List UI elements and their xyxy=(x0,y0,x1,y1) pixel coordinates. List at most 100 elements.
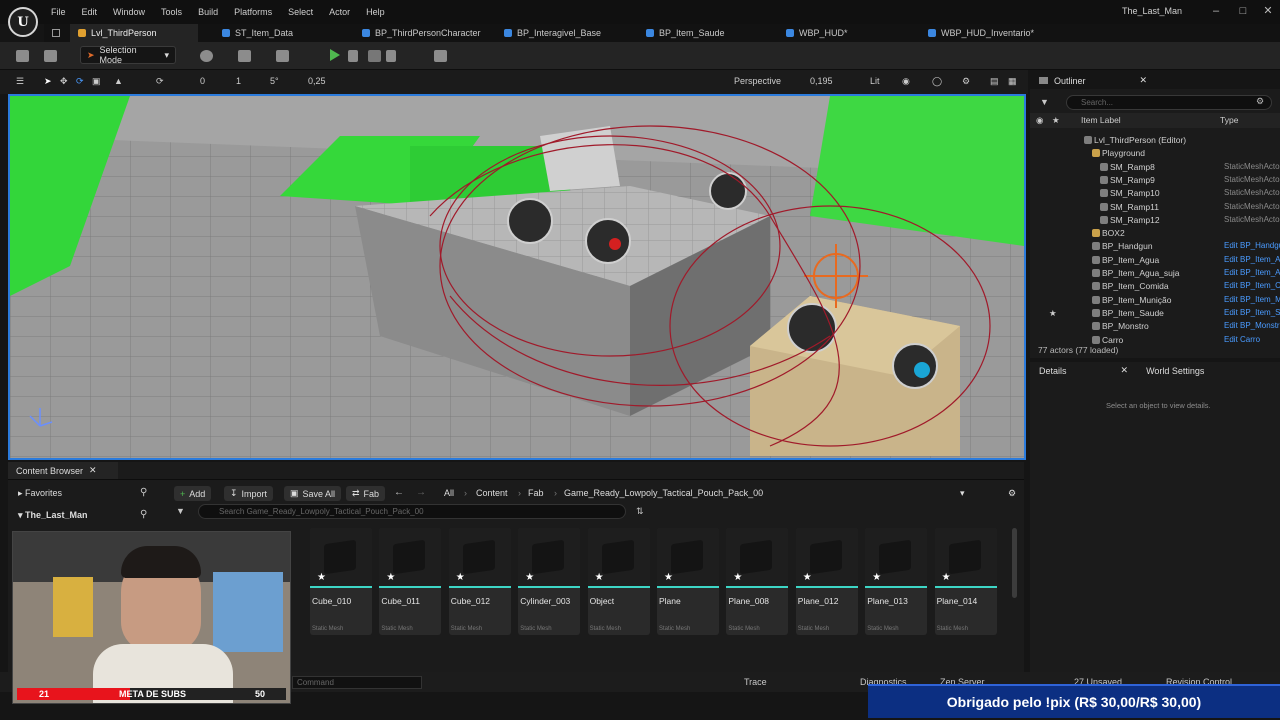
platforms-icon[interactable] xyxy=(434,50,447,62)
world-local-icon[interactable]: ⟳ xyxy=(156,76,164,87)
outliner-row[interactable]: SM_Ramp11 StaticMeshActor xyxy=(1030,201,1280,214)
angle-snap-value[interactable]: 5° xyxy=(270,76,279,86)
cinematics-icon[interactable] xyxy=(276,50,289,62)
breadcrumb-fab[interactable]: Fab xyxy=(528,488,544,498)
menu-select[interactable]: Select xyxy=(288,7,313,17)
edit-blueprint-link[interactable]: Edit BP_Item_Agua_suja xyxy=(1224,268,1280,277)
asset-tile[interactable]: ★ Object Static Mesh xyxy=(587,528,650,635)
outliner-row[interactable]: ★ BP_Item_Saude Edit BP_Item_Saude xyxy=(1030,307,1280,320)
outliner-row[interactable]: Lvl_ThirdPerson (Editor) xyxy=(1030,134,1280,147)
import-button[interactable]: ↧ Import xyxy=(224,486,274,501)
asset-tile[interactable]: ★ Plane_013 Static Mesh xyxy=(865,528,928,635)
selection-mode-dropdown[interactable]: ➤ Selection Mode ▾ xyxy=(80,45,176,65)
stop-icon[interactable] xyxy=(368,50,381,62)
tab-st-item-data[interactable]: ST_Item_Data xyxy=(214,24,301,42)
sort-icon[interactable]: ⇅ xyxy=(636,506,644,517)
world-settings-tab[interactable]: World Settings xyxy=(1146,366,1204,376)
outliner-row[interactable]: SM_Ramp12 StaticMeshActor xyxy=(1030,214,1280,227)
edit-blueprint-link[interactable]: Edit BP_Item_Munição xyxy=(1224,295,1280,304)
edit-blueprint-link[interactable]: Edit BP_Item_Saude xyxy=(1224,308,1280,317)
close-icon[interactable]: ✕ xyxy=(1140,75,1148,86)
outliner-row[interactable]: BOX2 xyxy=(1030,227,1280,240)
maximize-viewport-icon[interactable]: ▦ xyxy=(1008,76,1017,87)
eject-icon[interactable] xyxy=(386,50,396,62)
breadcrumb-all[interactable]: All xyxy=(444,488,454,498)
asset-tile[interactable]: ★ Plane_014 Static Mesh xyxy=(934,528,997,635)
outliner-row[interactable]: BP_Item_Munição Edit BP_Item_Munição xyxy=(1030,294,1280,307)
viewport-menu-icon[interactable]: ☰ xyxy=(16,76,24,87)
tab-bp-thirdpersoncharacter[interactable]: BP_ThirdPersonCharacter xyxy=(354,24,489,42)
home-icon[interactable] xyxy=(52,29,60,37)
forward-icon[interactable]: → xyxy=(416,487,426,498)
filter-icon[interactable]: ▼ xyxy=(176,506,185,516)
menu-file[interactable]: File xyxy=(51,7,66,17)
edit-blueprint-link[interactable]: Edit BP_Handgun xyxy=(1224,241,1280,250)
outliner-tab[interactable]: Outliner ✕ xyxy=(1030,72,1280,89)
breadcrumb-pack[interactable]: Game_Ready_Lowpoly_Tactical_Pouch_Pack_0… xyxy=(564,488,763,498)
outliner-row[interactable]: SM_Ramp10 StaticMeshActor xyxy=(1030,187,1280,200)
add-filter-icon[interactable]: ⚙ xyxy=(1256,96,1264,107)
asset-tile[interactable]: ★ Plane Static Mesh xyxy=(657,528,719,635)
menu-build[interactable]: Build xyxy=(198,7,218,17)
favorite-icon[interactable]: ★ xyxy=(1052,115,1060,126)
menu-window[interactable]: Window xyxy=(113,7,145,17)
edit-blueprint-link[interactable]: Edit BP_Item_Agua xyxy=(1224,255,1280,264)
outliner-row[interactable]: BP_Item_Agua Edit BP_Item_Agua xyxy=(1030,254,1280,267)
settings-icon[interactable]: ⚙ xyxy=(1008,488,1016,499)
search-icon[interactable]: ⚲ xyxy=(140,509,147,520)
close-icon[interactable]: ✕ xyxy=(1121,365,1129,376)
minimize-icon[interactable]: – xyxy=(1209,4,1223,18)
fab-button[interactable]: ⇄ Fab xyxy=(346,486,386,501)
menu-edit[interactable]: Edit xyxy=(82,7,98,17)
project-tree-root[interactable]: ▾ The_Last_Man xyxy=(18,510,88,521)
breadcrumb-content[interactable]: Content xyxy=(476,488,508,498)
grid-snap-value[interactable]: 1 xyxy=(236,76,241,86)
console-command-input[interactable]: Command xyxy=(292,676,422,689)
favorite-star-icon[interactable]: ★ xyxy=(1049,308,1057,319)
level-viewport[interactable] xyxy=(8,94,1026,460)
trace-button[interactable]: Trace xyxy=(744,677,767,687)
favorites-section[interactable]: ▸ Favorites xyxy=(18,488,62,499)
asset-tile[interactable]: ★ Plane_008 Static Mesh xyxy=(726,528,789,635)
type-header[interactable]: Type xyxy=(1220,115,1238,125)
outliner-row[interactable]: Playground xyxy=(1030,147,1280,160)
asset-tile[interactable]: ★ Cube_011 Static Mesh xyxy=(379,528,442,635)
maximize-icon[interactable]: □ xyxy=(1236,4,1250,18)
translate-tool-icon[interactable]: ✥ xyxy=(60,76,68,87)
menu-help[interactable]: Help xyxy=(366,7,385,17)
step-icon[interactable] xyxy=(348,50,358,62)
outliner-row[interactable]: BP_Item_Agua_suja Edit BP_Item_Agua_suja xyxy=(1030,267,1280,280)
save-all-button[interactable]: ▣ Save All xyxy=(284,486,342,501)
outliner-row[interactable]: BP_Item_Comida Edit BP_Item_Comida xyxy=(1030,280,1280,293)
add-button[interactable]: + Add xyxy=(174,486,212,501)
add-actor-icon[interactable] xyxy=(200,50,213,62)
tab-lvl-thirdperson[interactable]: Lvl_ThirdPerson xyxy=(70,24,198,42)
tab-bp-item-saude[interactable]: BP_Item_Saude xyxy=(638,24,733,42)
show-flags-icon[interactable]: ◉ xyxy=(902,76,910,87)
outliner-row[interactable]: BP_Handgun Edit BP_Handgun xyxy=(1030,240,1280,253)
scale-tool-icon[interactable]: ▣ xyxy=(92,76,101,87)
perspective-dropdown[interactable]: Perspective xyxy=(734,76,781,86)
rotate-tool-icon[interactable]: ⟳ xyxy=(76,76,84,87)
details-tab[interactable]: Details xyxy=(1039,366,1067,376)
settings-icon[interactable]: ⚙ xyxy=(962,76,970,87)
content-search-input[interactable]: Search Game_Ready_Lowpoly_Tactical_Pouch… xyxy=(198,504,626,519)
scale-snap-value[interactable]: 0,25 xyxy=(308,76,326,86)
unreal-logo[interactable]: U xyxy=(8,7,38,37)
chevron-down-icon[interactable]: ▾ xyxy=(960,488,965,499)
asset-tile[interactable]: ★ Plane_012 Static Mesh xyxy=(795,528,858,635)
tab-wbp-hud[interactable]: WBP_HUD* xyxy=(778,24,856,42)
edit-blueprint-link[interactable]: Edit BP_Monstro xyxy=(1224,321,1280,330)
menu-tools[interactable]: Tools xyxy=(161,7,182,17)
lit-dropdown[interactable]: Lit xyxy=(870,76,880,86)
select-tool-icon[interactable]: ➤ xyxy=(44,76,52,87)
menu-actor[interactable]: Actor xyxy=(329,7,350,17)
asset-tile[interactable]: ★ Cube_012 Static Mesh xyxy=(448,528,511,635)
blueprint-menu-icon[interactable] xyxy=(238,50,251,62)
asset-tile[interactable]: ★ Cube_010 Static Mesh xyxy=(310,528,372,635)
surface-snap-icon[interactable]: ▲ xyxy=(114,76,123,86)
search-icon[interactable]: ⚲ xyxy=(140,487,147,498)
close-icon[interactable]: ✕ xyxy=(1261,4,1275,18)
visibility-icon[interactable]: ◉ xyxy=(1036,115,1043,126)
asset-tile[interactable]: ★ Cylinder_003 Static Mesh xyxy=(518,528,581,635)
